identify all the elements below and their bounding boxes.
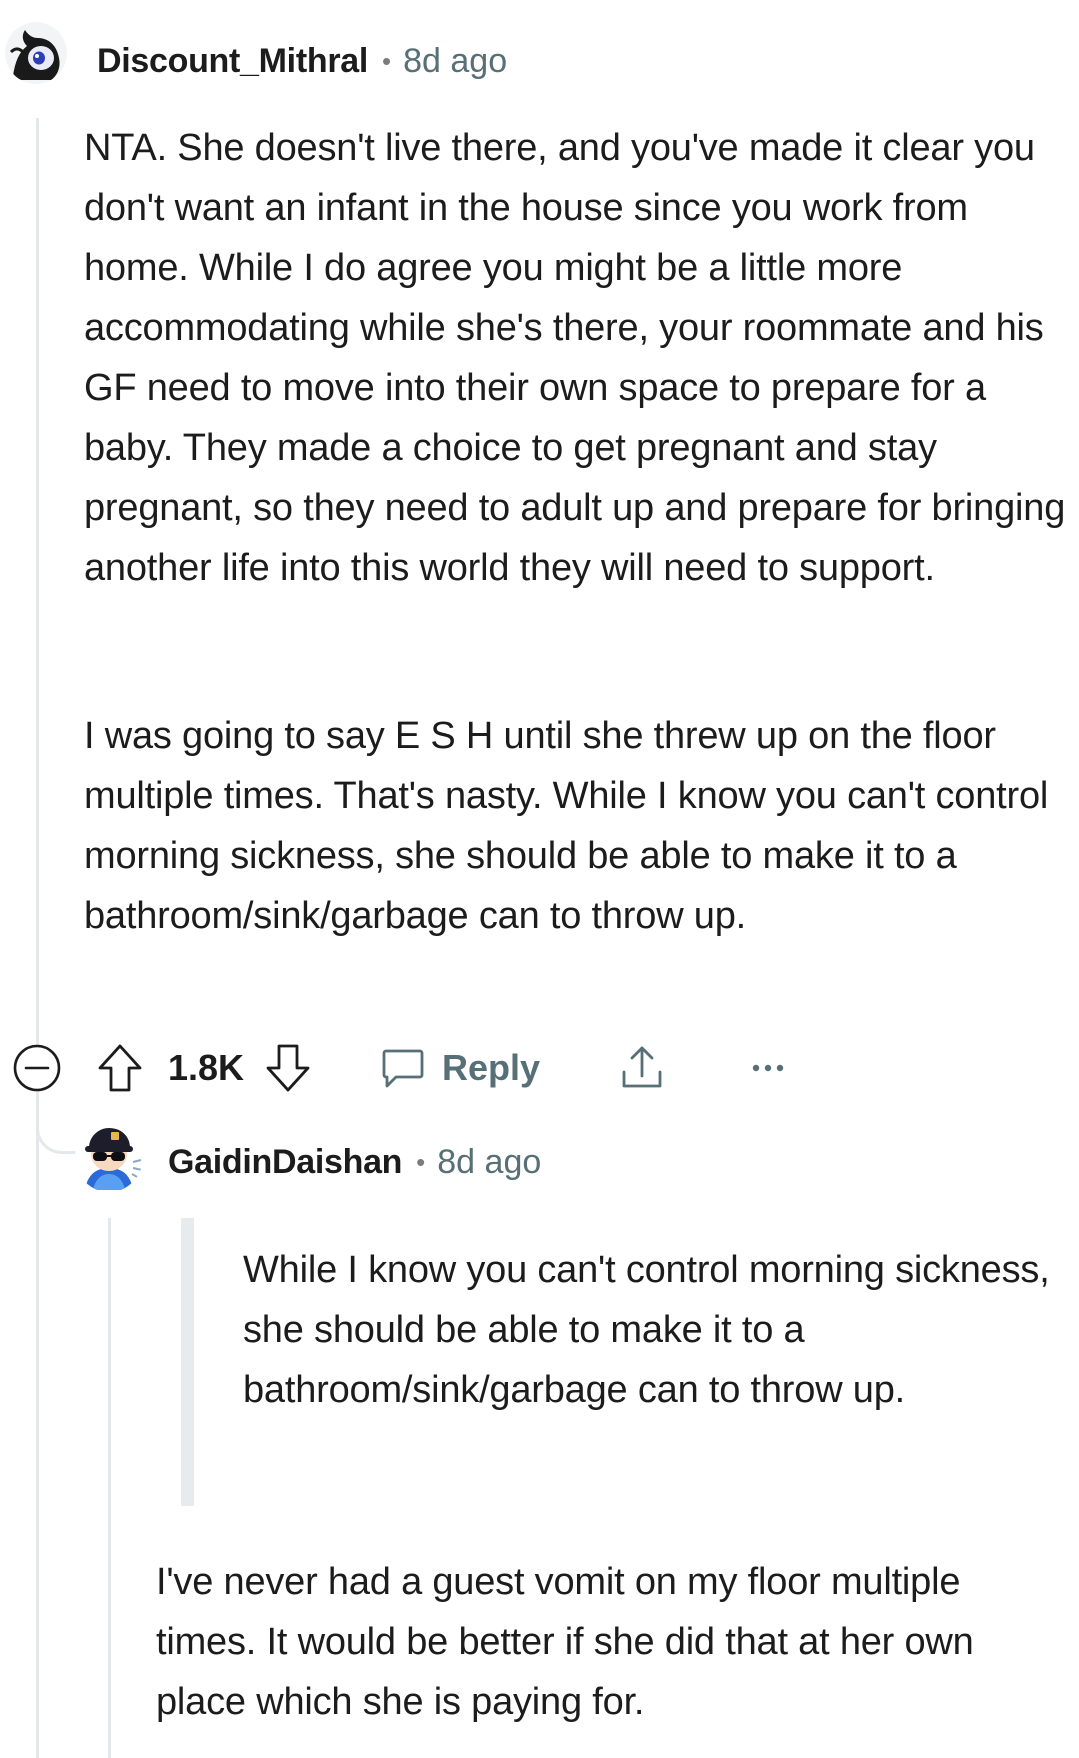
comment-meta: Discount_Mithral • 8d ago [97,42,507,81]
user-avatar-icon [5,22,67,84]
comment-body: NTA. She doesn't live there, and you've … [84,118,1074,598]
comment-paragraph: I was going to say E S H until she threw… [84,715,1049,937]
avatar[interactable] [5,22,67,84]
blockquote: While I know you can't control morning s… [243,1249,1050,1411]
share-upload-icon [622,1046,662,1088]
collapse-button[interactable] [12,1040,62,1096]
separator-dot: • [382,46,392,76]
comment-body: I was going to say E S H until she threw… [84,706,1074,946]
arrow-down-outline-icon [266,1044,310,1092]
speech-bubble-icon [382,1049,424,1088]
avatar[interactable] [75,1122,143,1192]
comment-paragraph: I've never had a guest vomit on my floor… [156,1561,974,1723]
share-button[interactable] [618,1040,666,1096]
reply-button[interactable]: Reply [380,1040,540,1096]
reply-label: Reply [442,1047,541,1088]
minus-circle-icon [13,1044,61,1092]
separator-dot: • [416,1147,426,1177]
user-avatar-icon [75,1123,143,1191]
thread-line[interactable] [36,118,39,1758]
comment-age: 8d ago [403,42,508,80]
comment-body: I've never had a guest vomit on my floor… [156,1552,1066,1732]
username[interactable]: Discount_Mithral [97,42,368,81]
username[interactable]: GaidinDaishan [168,1143,402,1182]
comment-meta: GaidinDaishan • 8d ago [168,1143,541,1182]
comment-paragraph: NTA. She doesn't live there, and you've … [84,127,1066,589]
blockquote-bar [181,1218,194,1506]
arrow-up-outline-icon [98,1044,142,1092]
comment-action-bar: 1.8K Reply [0,1040,1079,1096]
downvote-button[interactable] [264,1040,312,1096]
upvote-button[interactable] [96,1040,144,1096]
comment-age: 8d ago [437,1143,542,1181]
ellipsis-icon [752,1064,784,1072]
more-options-button[interactable] [750,1040,786,1096]
thread-connector [36,1108,80,1154]
child-thread-line[interactable] [108,1218,111,1758]
vote-count: 1.8K [168,1047,245,1088]
